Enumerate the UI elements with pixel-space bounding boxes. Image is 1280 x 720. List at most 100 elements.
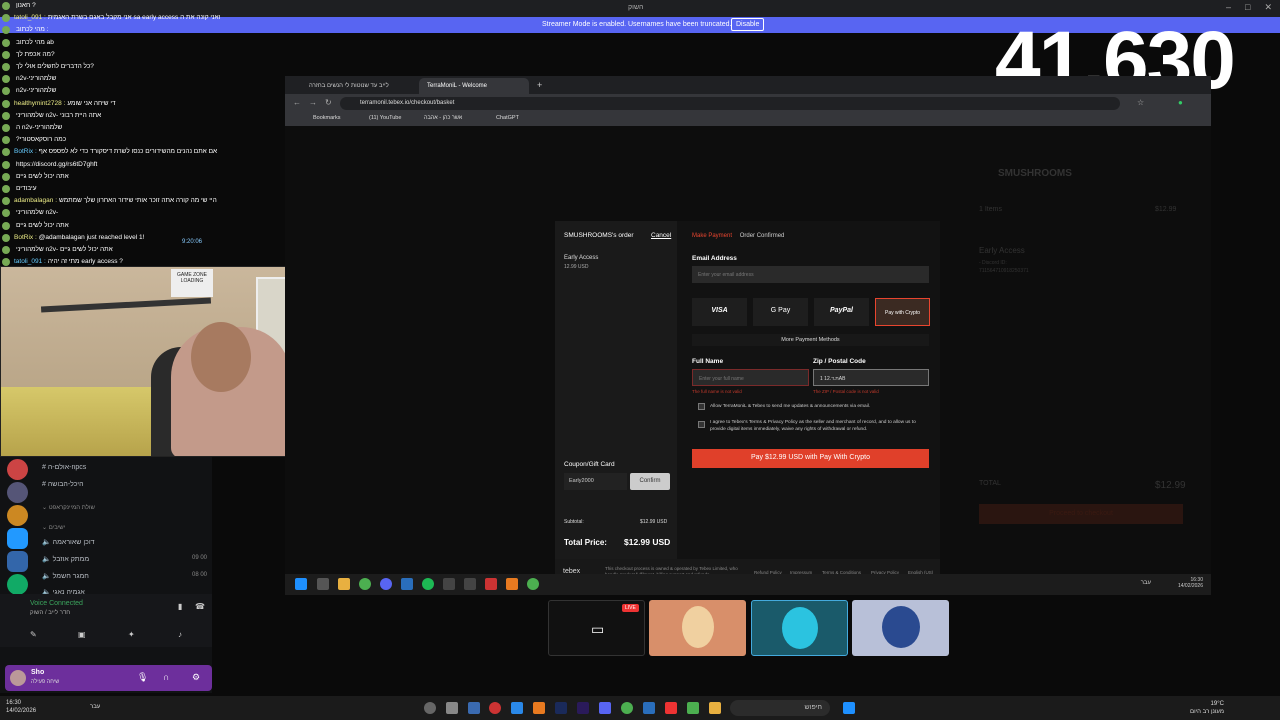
server-icon[interactable] (7, 505, 28, 526)
windows-start-icon[interactable] (295, 578, 307, 590)
minimize-icon[interactable]: – (1226, 2, 1231, 13)
system-clock[interactable]: 16:30 14/02/2026 (6, 699, 36, 715)
language-indicator[interactable]: עבר (1141, 580, 1151, 586)
forward-icon[interactable]: → (309, 98, 317, 107)
chrome-icon[interactable] (527, 578, 539, 590)
participant-tile[interactable] (751, 600, 848, 656)
steam-icon[interactable] (401, 578, 413, 590)
crypto-payment-option[interactable]: Pay with Crypto (875, 298, 930, 326)
activities-icon[interactable]: ✦ (128, 630, 135, 639)
weather-widget[interactable]: 19°C מעונן רב היום (1190, 700, 1224, 716)
channel-category[interactable]: ⌄ שולת המיינקראפט (42, 504, 95, 511)
server-icon[interactable] (7, 459, 28, 480)
url-field[interactable]: terramonil.tebex.io/checkout/basket (340, 97, 1120, 110)
spotify-icon[interactable] (422, 578, 434, 590)
chat-username[interactable]: BotRix : (14, 148, 37, 155)
discord-icon[interactable] (599, 702, 611, 714)
app-icon[interactable] (446, 702, 458, 714)
voice-channel-item[interactable]: 🔈 חמגר חשמל 08 00 (42, 572, 207, 580)
server-icon[interactable] (7, 482, 28, 503)
premiere-icon[interactable] (577, 702, 589, 714)
star-icon[interactable]: ☆ (1137, 98, 1144, 107)
chat-username[interactable]: BotRix : (14, 234, 37, 241)
channel-category[interactable]: ⌄ ישיבים (42, 524, 65, 531)
discord-icon[interactable] (380, 578, 392, 590)
participant-tile[interactable] (852, 600, 949, 656)
windows-start-icon[interactable] (843, 702, 855, 714)
zip-field[interactable]: ת.ד.12 1AB (813, 369, 929, 386)
profile-icon[interactable]: ● (1178, 98, 1183, 107)
avatar[interactable] (10, 670, 26, 686)
language-indicator[interactable]: עבר (90, 704, 100, 710)
reload-icon[interactable]: ↻ (325, 98, 332, 107)
coupon-input[interactable]: Early2000 (564, 473, 627, 490)
new-tab-icon[interactable]: + (537, 80, 542, 90)
maximize-icon[interactable]: □ (1245, 2, 1250, 13)
headphones-icon[interactable]: ∩ (163, 672, 169, 682)
channel-item[interactable]: # היכל-הבושה (42, 481, 84, 488)
chat-username[interactable]: tatoli_091 : (14, 14, 46, 21)
app-icon[interactable] (511, 702, 523, 714)
after-effects-icon[interactable] (555, 702, 567, 714)
disable-button[interactable]: Disable (731, 18, 765, 31)
app-icon[interactable] (506, 578, 518, 590)
app-icon[interactable] (533, 702, 545, 714)
breadcrumb-make-payment[interactable]: Make Payment (692, 233, 732, 239)
visa-payment-option[interactable]: VISA (692, 298, 747, 326)
camera-icon[interactable]: ✎ (30, 630, 37, 639)
disconnect-icon[interactable]: ☎ (195, 602, 205, 611)
soundboard-icon[interactable]: ♪ (178, 630, 182, 639)
bookmark-item[interactable]: ChatGPT (496, 115, 519, 121)
fullname-field[interactable]: Enter your full name (692, 369, 809, 386)
server-icon[interactable] (7, 551, 28, 572)
voice-channel-name[interactable]: חדר לייב / השוק (30, 610, 70, 616)
paypal-payment-option[interactable]: PayPal (814, 298, 869, 326)
app-icon[interactable] (443, 578, 455, 590)
server-icon[interactable] (7, 574, 28, 595)
chrome-icon[interactable] (621, 702, 633, 714)
bookmark-item[interactable]: Bookmarks (313, 115, 341, 121)
participant-tile[interactable] (649, 600, 746, 656)
obs-icon[interactable] (489, 702, 501, 714)
back-icon[interactable]: ← (293, 98, 301, 107)
app-icon[interactable] (424, 702, 436, 714)
stream-preview-tile[interactable]: LIVE ▭ (548, 600, 645, 656)
zip-error: The ZIP / Postal code is not valid (813, 389, 879, 394)
server-icon[interactable] (7, 528, 28, 549)
tab-stream[interactable]: לייב עד שנוטות לי הנשים בחזרה (301, 78, 417, 94)
folder-icon[interactable] (338, 578, 350, 590)
voice-channel-item[interactable]: 🔈 ממתק אוזבל 09 00 (42, 555, 207, 563)
confirm-coupon-button[interactable]: Confirm (630, 473, 670, 490)
inner-clock[interactable]: 16:30 14/02/2026 (1178, 577, 1203, 589)
app-icon[interactable] (687, 702, 699, 714)
app-icon[interactable] (468, 702, 480, 714)
steam-icon[interactable] (643, 702, 655, 714)
chat-username[interactable]: healthymint2728 : (14, 100, 65, 107)
app-icon[interactable] (665, 702, 677, 714)
more-payment-methods-button[interactable]: More Payment Methods (692, 334, 929, 346)
cancel-link[interactable]: Cancel (651, 232, 671, 239)
microphone-icon[interactable]: 🎙 (137, 672, 148, 683)
email-updates-checkbox[interactable] (698, 403, 705, 410)
close-icon[interactable]: ✕ (1264, 2, 1272, 13)
search-icon[interactable] (317, 578, 329, 590)
app-icon[interactable] (464, 578, 476, 590)
bookmark-item[interactable]: (11) YouTube (369, 115, 401, 121)
taskbar-search[interactable]: חיפוש (730, 700, 830, 716)
gpay-payment-option[interactable]: G Pay (753, 298, 808, 326)
folder-icon[interactable] (709, 702, 721, 714)
chrome-icon[interactable] (359, 578, 371, 590)
webcam-head (191, 322, 251, 392)
gear-icon[interactable]: ⚙ (192, 672, 200, 683)
app-icon[interactable] (485, 578, 497, 590)
voice-channel-item[interactable]: 🔈 דוכן שאוראמה (42, 538, 95, 546)
screen-share-icon[interactable]: ▣ (78, 630, 86, 639)
chat-username[interactable]: adambalagan : (14, 197, 57, 204)
email-field[interactable]: Enter your email address (692, 266, 929, 283)
tab-terramonil[interactable]: TerraMoniL - Welcome (419, 78, 529, 94)
channel-item[interactable]: # אולם-ה-npcs (42, 464, 86, 471)
terms-checkbox[interactable] (698, 421, 705, 428)
chat-username[interactable]: tatoli_091 : (14, 258, 46, 265)
bookmark-item[interactable]: אשר כהן - אהבה (424, 115, 462, 121)
pay-button[interactable]: Pay $12.99 USD with Pay With Crypto (692, 449, 929, 468)
